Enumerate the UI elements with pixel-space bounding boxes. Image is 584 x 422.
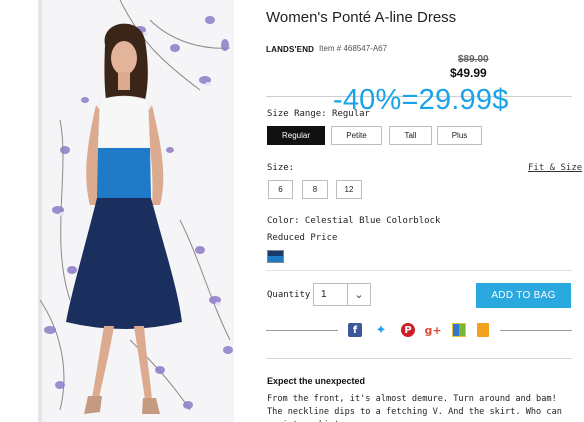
reduced-price-label: Reduced Price (267, 233, 338, 243)
quantity-label: Quantity (267, 290, 311, 300)
divider (266, 358, 572, 359)
model-illustration (39, 0, 233, 414)
original-price: $89.00 (458, 54, 489, 65)
size-range-plus-button[interactable]: Plus (437, 126, 482, 145)
size-12-button[interactable]: 12 (336, 180, 362, 199)
size-range-regular-button[interactable]: Regular (267, 126, 325, 145)
bookmark-icon[interactable] (477, 323, 489, 337)
size-6-button[interactable]: 6 (268, 180, 293, 199)
google-plus-icon[interactable]: g+ (424, 323, 441, 337)
description-heading: Expect the unexpected (267, 376, 366, 386)
chevron-down-icon[interactable]: ⌄ (348, 288, 370, 301)
size-8-button[interactable]: 8 (302, 180, 328, 199)
fit-and-size-link[interactable]: Fit & Size (528, 163, 582, 173)
brand-logo: LANDS'END (266, 45, 315, 54)
size-range-tall-button[interactable]: Tall (389, 126, 432, 145)
size-label: Size: (267, 163, 295, 173)
item-number: Item # 468547-A67 (319, 44, 388, 53)
description-text: From the front, it's almost demure. Turn… (267, 394, 562, 422)
product-title: Women's Ponté A-line Dress (266, 9, 457, 26)
twitter-icon[interactable]: ✦ (374, 323, 388, 338)
add-to-bag-button[interactable]: ADD TO BAG (476, 283, 571, 308)
color-label: Color: Celestial Blue Colorblock (267, 216, 441, 226)
pinterest-icon[interactable]: P (401, 323, 415, 337)
product-image[interactable] (0, 0, 250, 422)
quantity-select[interactable]: 1 ⌄ (313, 283, 371, 306)
delicious-icon[interactable] (452, 323, 466, 337)
divider (500, 330, 572, 331)
color-swatch-celestial-blue[interactable] (267, 250, 284, 263)
divider (266, 330, 338, 331)
facebook-icon[interactable]: f (348, 323, 362, 337)
divider (266, 270, 572, 271)
size-range-petite-button[interactable]: Petite (331, 126, 382, 145)
sale-price: $49.99 (450, 66, 487, 80)
size-range-label: Size Range: Regular (267, 109, 370, 119)
quantity-value: 1 (321, 289, 327, 300)
